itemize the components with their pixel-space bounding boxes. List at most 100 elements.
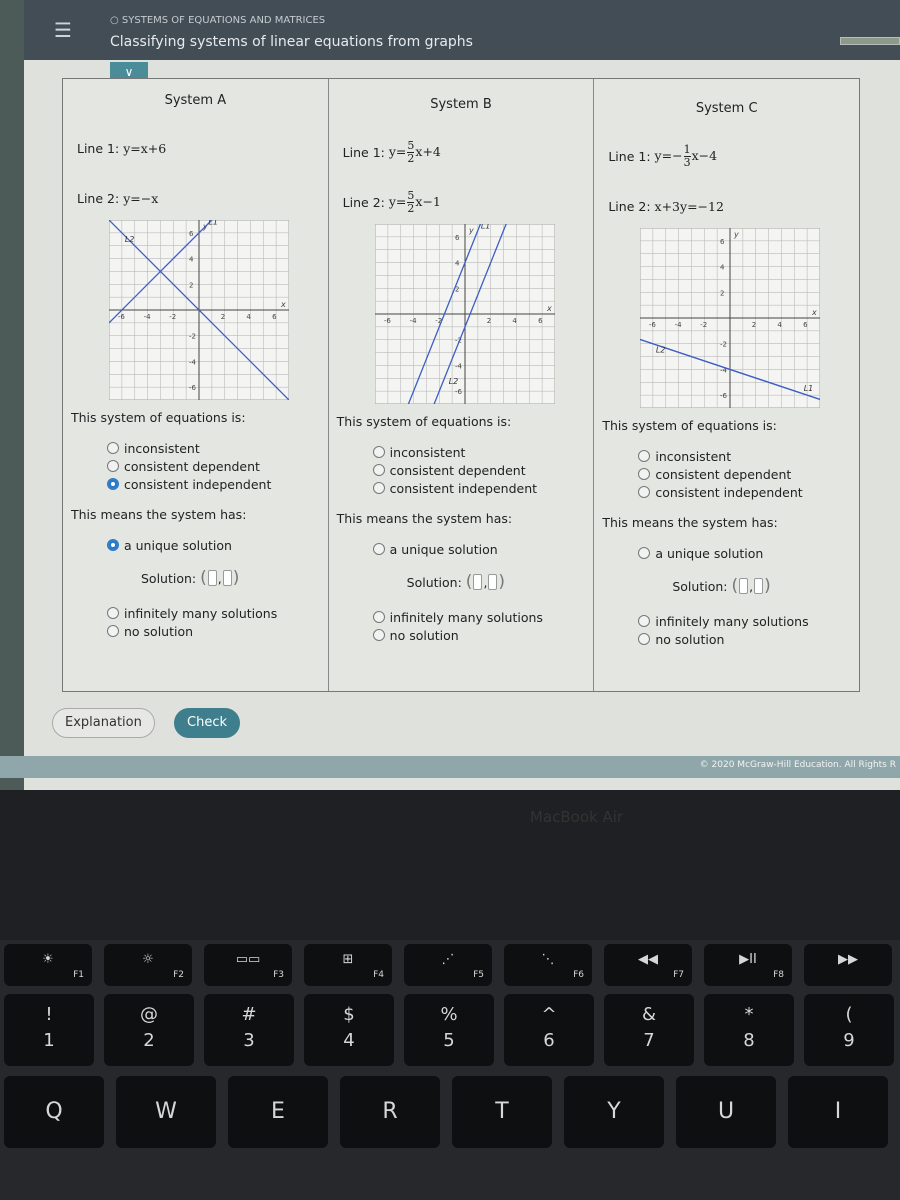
number-key[interactable]: ^ 6 (504, 994, 594, 1066)
key-digit: 9 (843, 1030, 855, 1051)
function-key[interactable]: ☀ F1 (4, 944, 92, 986)
infinite-solutions-option[interactable]: infinitely many solutions (638, 612, 851, 630)
laptop-bezel: MacBook Air (0, 790, 900, 940)
number-key[interactable]: & 7 (604, 994, 694, 1066)
option-label: a unique solution (124, 537, 232, 553)
function-key[interactable]: ▶II F8 (704, 944, 792, 986)
radio-button[interactable] (638, 547, 651, 559)
radio-button[interactable] (107, 478, 119, 490)
option-label: consistent independent (389, 480, 538, 496)
x-input[interactable] (473, 574, 483, 590)
number-key[interactable]: ! 1 (4, 994, 94, 1066)
function-key[interactable]: ☼ F2 (104, 944, 192, 986)
radio-button[interactable] (638, 468, 651, 480)
number-key[interactable]: * 8 (704, 994, 794, 1066)
function-key-icon: ☀ (42, 952, 54, 967)
no-solution-option[interactable]: no solution (107, 622, 320, 640)
function-key-label: F6 (573, 970, 584, 980)
number-key[interactable]: $4 (304, 994, 394, 1066)
graph-container: -6-6-4-4-2-2224466xyL1L2 (71, 220, 320, 400)
key-symbol: @ (140, 1004, 158, 1025)
infinite-solutions-option[interactable]: infinitely many solutions (372, 608, 586, 626)
y-input[interactable] (222, 570, 232, 586)
key-symbol: ! (45, 1004, 53, 1025)
type-option[interactable]: consistent dependent (107, 457, 320, 475)
function-key[interactable]: ⋱ F6 (504, 944, 592, 986)
x-input[interactable] (207, 570, 217, 586)
function-key[interactable]: ◀◀ F7 (604, 944, 692, 986)
function-key[interactable]: ⊞ F4 (304, 944, 392, 986)
line-label: L1 (804, 384, 814, 393)
radio-button[interactable] (372, 611, 385, 623)
type-option[interactable]: consistent independent (638, 483, 851, 501)
x-tick-label: 4 (512, 317, 517, 325)
type-option[interactable]: inconsistent (107, 439, 320, 457)
line-label: L1 (208, 220, 218, 226)
hamburger-icon[interactable]: ☰ (54, 18, 72, 42)
number-key[interactable]: (9 (804, 994, 894, 1066)
line1-label: Line 1: (608, 148, 651, 164)
unique-solution-option[interactable]: a unique solution (372, 540, 586, 558)
radio-button[interactable] (372, 482, 385, 494)
radio-button[interactable] (638, 486, 651, 498)
function-key[interactable]: ▭▭ F3 (204, 944, 292, 986)
type-option[interactable]: consistent dependent (638, 465, 851, 483)
radio-button[interactable] (107, 625, 119, 637)
check-button[interactable]: Check (174, 708, 240, 738)
letter-key[interactable]: W (116, 1076, 216, 1148)
y-tick-label: -6 (189, 384, 197, 392)
denominator: 3 (683, 155, 691, 169)
radio-button[interactable] (107, 539, 119, 551)
letter-key[interactable]: Q (4, 1076, 104, 1148)
eq-lhs: y= (123, 140, 141, 156)
option-label: no solution (389, 627, 459, 643)
numerator: 1 (683, 142, 691, 157)
other-solution-options: infinitely many solutions no solution (107, 604, 320, 640)
solution-options: a unique solution (372, 540, 586, 558)
solution-question: This means the system has: (336, 511, 513, 526)
radio-button[interactable] (638, 633, 651, 645)
radio-button[interactable] (372, 543, 385, 555)
no-solution-option[interactable]: no solution (638, 630, 851, 648)
letter-key[interactable]: Y (564, 1076, 664, 1148)
function-key-label: F1 (73, 970, 84, 980)
letter-key[interactable]: E (228, 1076, 328, 1148)
option-label: inconsistent (655, 448, 732, 464)
explanation-button[interactable]: Explanation (52, 708, 155, 738)
function-key[interactable]: ⋰ F5 (404, 944, 492, 986)
y-input[interactable] (488, 574, 498, 590)
number-key[interactable]: % 5 (404, 994, 494, 1066)
type-option[interactable]: inconsistent (372, 443, 586, 461)
radio-button[interactable] (107, 442, 119, 454)
letter-key[interactable]: T (452, 1076, 552, 1148)
radio-button[interactable] (107, 460, 119, 472)
type-option[interactable]: inconsistent (638, 447, 851, 465)
page-title: Classifying systems of linear equations … (110, 34, 473, 50)
number-key[interactable]: #3 (204, 994, 294, 1066)
infinite-solutions-option[interactable]: infinitely many solutions (107, 604, 320, 622)
type-option[interactable]: consistent independent (372, 479, 586, 497)
unique-solution-option[interactable]: a unique solution (107, 536, 320, 554)
letter-key[interactable]: I (788, 1076, 888, 1148)
letter-key[interactable]: R (340, 1076, 440, 1148)
unique-solution-option[interactable]: a unique solution (638, 544, 851, 562)
y-axis-label: y (468, 226, 474, 235)
radio-button[interactable] (638, 615, 651, 627)
radio-button[interactable] (107, 607, 119, 619)
y-input[interactable] (754, 578, 764, 594)
radio-button[interactable] (638, 450, 651, 462)
radio-button[interactable] (372, 629, 385, 641)
x-input[interactable] (739, 578, 749, 594)
radio-button[interactable] (372, 446, 385, 458)
type-option[interactable]: consistent dependent (372, 461, 586, 479)
letter-key[interactable]: U (676, 1076, 776, 1148)
radio-button[interactable] (372, 464, 385, 476)
type-options: inconsistent consistent dependent consiste… (638, 447, 851, 501)
number-key[interactable]: @2 (104, 994, 194, 1066)
comma: , (749, 578, 754, 594)
type-option[interactable]: consistent independent (107, 475, 320, 493)
eq-lhs: x+3y=−12 (654, 198, 724, 214)
no-solution-option[interactable]: no solution (372, 626, 586, 644)
coordinate-graph: -6-6-4-4-2-2224466xyL1L2 (374, 224, 555, 404)
function-key[interactable]: ▶▶ (804, 944, 892, 986)
